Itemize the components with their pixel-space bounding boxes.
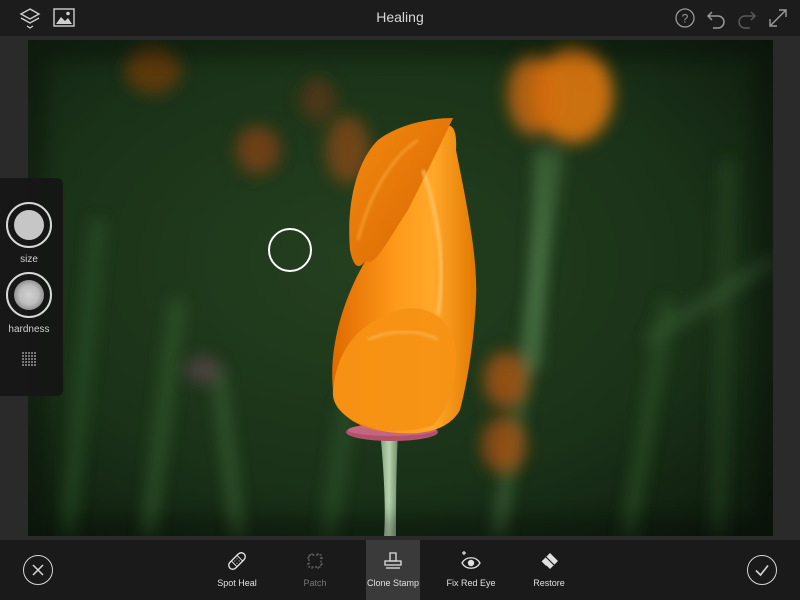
healing-app: Healing ? size hardness Spot Heal Patch … xyxy=(0,0,800,600)
size-dial[interactable] xyxy=(6,202,52,248)
tool-label: Patch xyxy=(303,578,327,588)
tool-label: Restore xyxy=(533,578,565,588)
tool-label: Spot Heal xyxy=(217,578,257,588)
redo-icon[interactable] xyxy=(735,6,759,30)
tool-fix-red-eye[interactable]: Fix Red Eye xyxy=(444,540,498,600)
tool-label: Fix Red Eye xyxy=(446,578,496,588)
help-icon[interactable]: ? xyxy=(673,6,697,30)
check-icon xyxy=(755,565,769,577)
svg-text:?: ? xyxy=(682,12,689,26)
confirm-button[interactable] xyxy=(747,555,777,585)
cancel-button[interactable] xyxy=(23,555,53,585)
dot-grid-icon[interactable] xyxy=(20,350,38,368)
size-label: size xyxy=(20,254,38,265)
top-bar: Healing ? xyxy=(0,0,800,36)
tool-patch[interactable]: Patch xyxy=(288,540,342,600)
photo-canvas[interactable] xyxy=(28,40,773,536)
hardness-preview xyxy=(14,280,44,310)
brush-cursor[interactable] xyxy=(268,228,312,272)
bottom-toolbar: Spot Heal Patch Clone Stamp Fix Red Eye … xyxy=(0,540,800,600)
stamp-icon xyxy=(384,552,402,569)
hardness-label: hardness xyxy=(8,324,50,335)
undo-icon[interactable] xyxy=(704,6,728,30)
close-icon xyxy=(32,564,44,576)
bandage-icon xyxy=(228,552,246,570)
hardness-dial[interactable] xyxy=(6,272,52,318)
patch-icon xyxy=(307,553,323,569)
tool-clone-stamp[interactable]: Clone Stamp xyxy=(366,540,420,600)
size-preview xyxy=(14,210,44,240)
brush-settings-panel: size hardness xyxy=(0,178,63,396)
tool-restore[interactable]: Restore xyxy=(522,540,576,600)
expand-icon[interactable] xyxy=(766,6,790,30)
tool-spot-heal[interactable]: Spot Heal xyxy=(210,540,264,600)
eraser-icon xyxy=(541,553,558,569)
red-eye-icon xyxy=(461,551,481,569)
tool-label: Clone Stamp xyxy=(366,578,420,588)
